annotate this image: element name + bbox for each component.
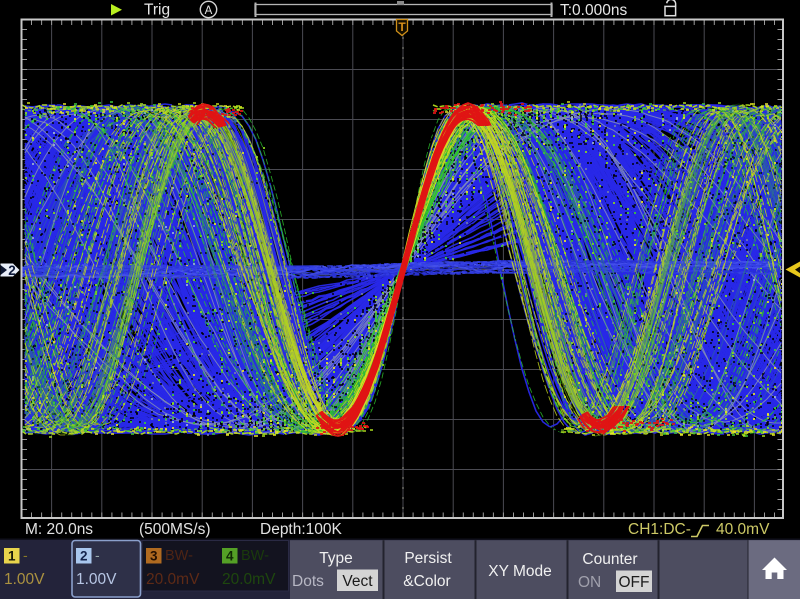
svg-text:-: - (23, 547, 28, 563)
svg-text:CH1:DC-: CH1:DC- (628, 521, 691, 538)
svg-text:T:0.000ns: T:0.000ns (560, 2, 627, 19)
svg-text:A: A (205, 5, 213, 17)
svg-text:2: 2 (80, 549, 88, 564)
svg-text:Vect: Vect (342, 573, 373, 590)
svg-text:OFF: OFF (619, 574, 650, 591)
svg-text:M: 20.0ns: M: 20.0ns (25, 521, 93, 538)
svg-text:Counter: Counter (582, 551, 637, 568)
svg-text:BW-: BW- (241, 548, 269, 564)
svg-text:-: - (95, 547, 100, 563)
svg-text:20.0mV: 20.0mV (222, 571, 276, 588)
svg-text:1.00V: 1.00V (4, 571, 45, 588)
svg-text:20.0mV: 20.0mV (146, 571, 200, 588)
svg-text:Depth:100K: Depth:100K (260, 521, 343, 538)
svg-text:BW-: BW- (165, 548, 193, 564)
svg-text:2: 2 (8, 263, 16, 278)
svg-text:4: 4 (226, 549, 234, 564)
svg-text:ON: ON (578, 574, 601, 591)
svg-text:3: 3 (150, 549, 158, 564)
svg-text:XY Mode: XY Mode (488, 563, 551, 580)
svg-text:Trig: Trig (144, 2, 170, 19)
svg-text:1.00V: 1.00V (76, 571, 117, 588)
svg-text:(500MS/s): (500MS/s) (139, 521, 211, 538)
svg-text:40.0mV: 40.0mV (716, 521, 770, 538)
svg-text:Dots: Dots (292, 573, 324, 590)
svg-text:&Color: &Color (403, 573, 450, 590)
svg-text:Persist: Persist (404, 550, 452, 567)
svg-text:T: T (398, 20, 406, 34)
svg-text:Type: Type (319, 550, 353, 567)
svg-text:1: 1 (8, 549, 16, 564)
